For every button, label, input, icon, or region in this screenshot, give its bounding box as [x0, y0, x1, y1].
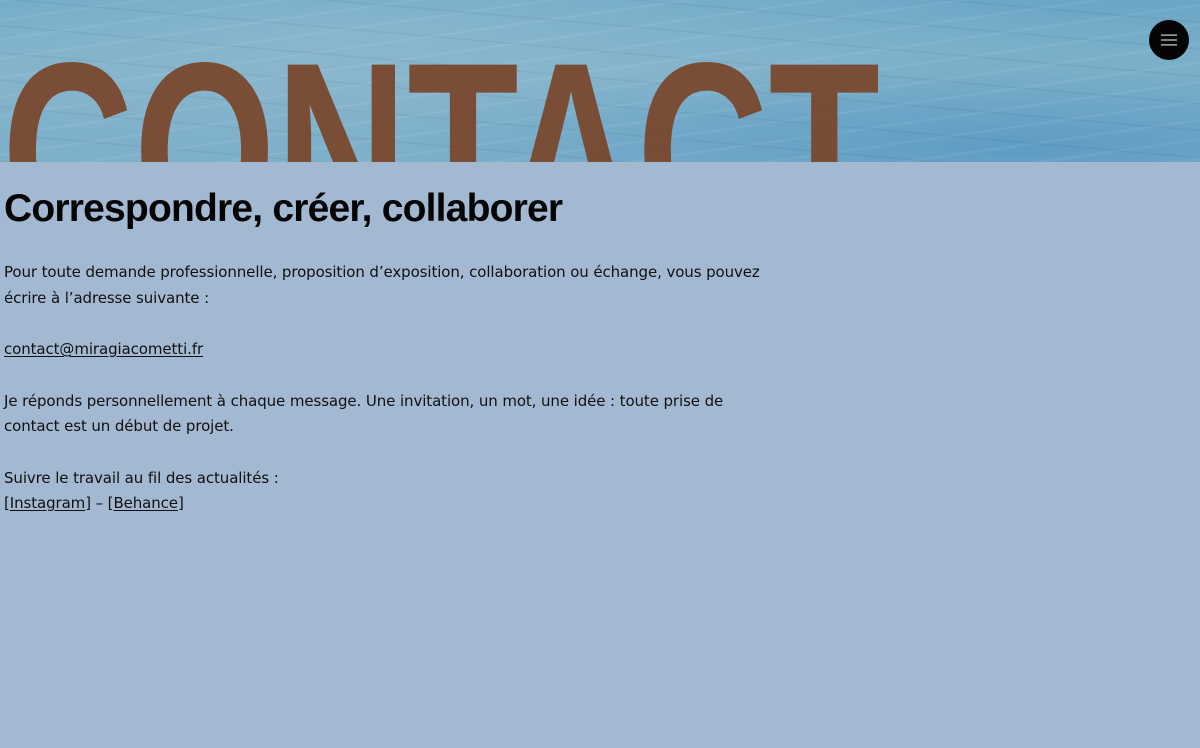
page-title: Correspondre, créer, collaborer — [4, 187, 563, 230]
reply-line-2: contact est un début de projet. — [4, 417, 234, 435]
hamburger-menu-icon — [1161, 34, 1177, 46]
reply-line-1: Je réponds personnellement à chaque mess… — [4, 391, 724, 410]
hero-title-graphic: CONTACT — [2, 22, 880, 162]
menu-button[interactable] — [1149, 20, 1189, 60]
reply-paragraph: Je réponds personnellement à chaque mess… — [4, 389, 804, 440]
intro-line-2: écrire à l’adresse suivante : — [4, 288, 210, 307]
main-content: Correspondre, créer, collaborer Pour tou… — [4, 186, 804, 517]
hero-banner: CONTACT — [0, 0, 1200, 162]
follow-text: Suivre le travail au fil des actualités … — [4, 468, 279, 487]
bracket-close: ] — [177, 494, 184, 512]
instagram-link[interactable]: Instagram — [10, 494, 86, 512]
email-paragraph: contact@miragiacometti.fr — [4, 337, 804, 363]
intro-paragraph: Pour toute demande professionnelle, prop… — [4, 260, 804, 311]
hero-title-text: CONTACT — [2, 22, 880, 162]
social-paragraph: Suivre le travail au fil des actualités … — [4, 466, 804, 517]
intro-line-1: Pour toute demande professionnelle, prop… — [4, 263, 760, 281]
email-link[interactable]: contact@miragiacometti.fr — [4, 340, 203, 358]
link-separator: ] – [ — [85, 494, 114, 512]
behance-link[interactable]: Behance — [113, 494, 178, 512]
